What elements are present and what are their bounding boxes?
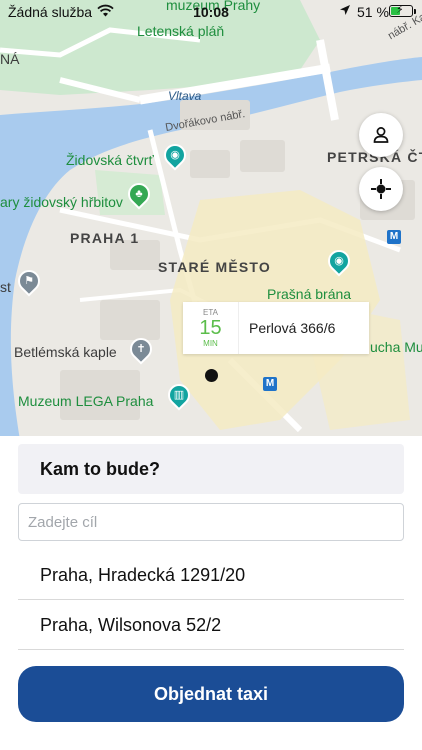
location-arrow-icon: [340, 5, 350, 15]
person-icon: [373, 127, 389, 143]
destination-input[interactable]: [18, 503, 404, 541]
map-label-zidovska-ctvrt: Židovská čtvrť: [66, 152, 154, 168]
eta-caption: ETA: [203, 308, 218, 317]
battery-tip: [414, 9, 416, 14]
map-label-muzeum-lega: Muzeum LEGA Praha: [18, 393, 154, 409]
eta-box: ETA 15 MIN: [183, 302, 239, 354]
charging-bolt-icon: ⚡: [396, 4, 404, 16]
map-label-letenska-plan: Letenská pláň: [137, 23, 225, 39]
locate-me-button[interactable]: [359, 167, 403, 211]
pickup-pin-icon: [205, 369, 218, 382]
pickup-address: Perlová 366/6: [249, 320, 336, 336]
battery-percent: 51 %: [357, 4, 389, 20]
map-label-zidovsky-hrbitov: ary židovský hřbitov: [0, 194, 123, 210]
eta-unit: MIN: [203, 339, 218, 348]
map-label-na: NÁ: [0, 51, 20, 67]
destination-sheet: Kam to bude? Praha, Hradecká 1291/20 Pra…: [0, 436, 422, 750]
map-label-praha-1: PRAHA 1: [70, 230, 140, 246]
profile-button[interactable]: [359, 113, 403, 157]
suggestion-item[interactable]: Praha, Hradecká 1291/20: [18, 552, 404, 600]
eta-value: 15: [199, 317, 222, 339]
map-label-st: st: [0, 279, 11, 295]
metro-icon: M: [387, 230, 401, 244]
status-bar: Žádná služba 10:08 51 % ⚡: [0, 0, 422, 24]
map-label-stare-mesto: STARÉ MĚSTO: [158, 259, 272, 275]
destination-header: Kam to bude?: [18, 444, 404, 494]
map-label-ucha-mu: ucha Mu: [370, 339, 422, 355]
suggestion-item[interactable]: Praha, Wilsonova 52/2: [18, 602, 404, 650]
eta-bubble[interactable]: ETA 15 MIN Perlová 366/6: [183, 302, 369, 354]
battery-icon: ⚡: [389, 4, 413, 17]
map-label-vltava: Vltava: [168, 89, 202, 103]
crosshair-icon: [371, 179, 391, 199]
metro-icon: M: [263, 377, 277, 391]
map-label-betlemska-kaple: Betlémská kaple: [14, 344, 117, 360]
map-view[interactable]: muzeum Prahy Letenská pláň NÁ Vltava Dvo…: [0, 0, 422, 440]
order-taxi-button[interactable]: Objednat taxi: [18, 666, 404, 722]
map-label-prasna-brana: Prašná brána: [267, 286, 352, 302]
